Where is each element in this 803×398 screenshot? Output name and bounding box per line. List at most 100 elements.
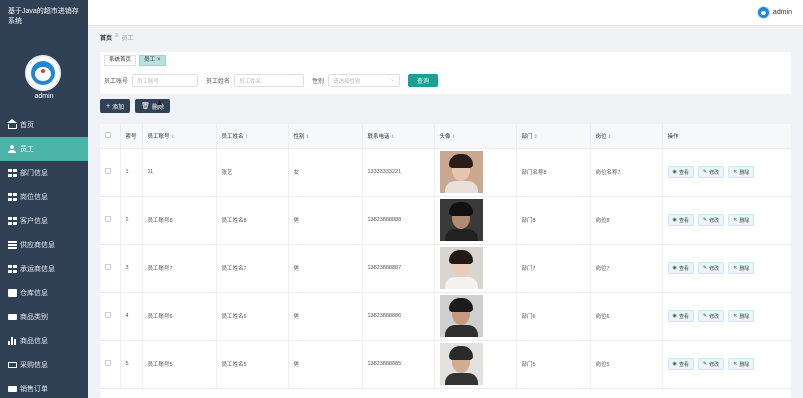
cell-gender: 男 bbox=[288, 244, 363, 293]
avatar-nose bbox=[41, 69, 45, 73]
monitor-icon bbox=[8, 386, 17, 392]
sidebar: 基于Java的超市进销存系统 admin 首页 员工 部门信息 岗位信息 客户信… bbox=[0, 0, 88, 398]
col-photo[interactable]: 头像⇕ bbox=[434, 124, 517, 149]
row-checkbox[interactable] bbox=[105, 360, 111, 366]
sidebar-item-sales[interactable]: 销售订单 bbox=[0, 377, 88, 398]
view-label: 查看 bbox=[678, 265, 689, 272]
edit-button[interactable]: ✎ 修改 bbox=[697, 310, 725, 322]
sort-icon[interactable]: ⇕ bbox=[306, 134, 310, 140]
employee-photo[interactable] bbox=[439, 247, 483, 289]
view-button[interactable]: ◉ 查看 bbox=[667, 358, 694, 370]
eye-icon: ◉ bbox=[672, 313, 677, 319]
delete-button[interactable]: 🗑 删除 bbox=[135, 99, 171, 113]
gender-select[interactable]: 请选择性别 bbox=[328, 74, 401, 87]
cell-actions: ◉ 查看 ✎ 修改 ✕ 删除 bbox=[662, 148, 791, 197]
row-checkbox[interactable] bbox=[105, 168, 111, 174]
row-delete-button[interactable]: ✕ 删除 bbox=[728, 310, 755, 322]
select-all-checkbox[interactable] bbox=[105, 131, 111, 138]
col-post[interactable]: 岗位⇕ bbox=[590, 124, 663, 149]
header-username[interactable]: admin bbox=[773, 9, 792, 16]
user-icon bbox=[8, 145, 17, 153]
employee-photo[interactable] bbox=[439, 343, 483, 385]
cell-index: 5 bbox=[120, 340, 143, 389]
cell-account: 员工账号7 bbox=[142, 244, 217, 293]
cell-phone: 13823888888 bbox=[362, 196, 435, 245]
sidebar-item-carrier[interactable]: 承运商信息 bbox=[0, 257, 88, 281]
breadcrumb-home[interactable]: 首页 bbox=[100, 33, 112, 42]
view-button[interactable]: ◉ 查看 bbox=[667, 214, 694, 226]
col-name[interactable]: 员工姓名⇕ bbox=[216, 124, 289, 149]
sidebar-item-department[interactable]: 部门信息 bbox=[0, 161, 88, 185]
sidebar-item-employee[interactable]: 员工 bbox=[0, 137, 88, 161]
sidebar-item-warehouse[interactable]: 仓库信息 bbox=[0, 281, 88, 305]
header-avatar[interactable] bbox=[757, 6, 770, 19]
sort-icon[interactable]: ⇕ bbox=[534, 134, 538, 140]
sort-icon[interactable]: ⇕ bbox=[171, 134, 175, 140]
cell-account: 员工账号5 bbox=[142, 340, 217, 389]
sidebar-item-goods[interactable]: 商品信息 bbox=[0, 329, 88, 353]
edit-icon: ✎ bbox=[702, 313, 708, 319]
row-delete-button[interactable]: ✕ 删除 bbox=[728, 262, 755, 274]
cell-index: 3 bbox=[120, 244, 143, 293]
tab-bar: 系统首页 员工 × bbox=[104, 55, 166, 66]
edit-button[interactable]: ✎ 修改 bbox=[697, 358, 725, 370]
employee-photo[interactable] bbox=[439, 199, 483, 241]
cell-dept: 部门8 bbox=[516, 196, 591, 245]
cell-account: 员工账号6 bbox=[142, 292, 217, 341]
sort-icon[interactable]: ⇕ bbox=[245, 134, 249, 140]
sort-icon[interactable]: ⇕ bbox=[452, 134, 456, 140]
row-actions: ◉ 查看 ✎ 修改 ✕ 删除 bbox=[667, 166, 791, 178]
sidebar-item-post[interactable]: 岗位信息 bbox=[0, 185, 88, 209]
col-account[interactable]: 员工账号⇕ bbox=[142, 124, 217, 149]
edit-button[interactable]: ✎ 修改 bbox=[697, 262, 725, 274]
close-icon: ✕ bbox=[733, 361, 738, 367]
sidebar-item-label: 岗位信息 bbox=[20, 194, 48, 201]
breadcrumb-separator: ≡ bbox=[115, 33, 119, 39]
cart-icon bbox=[8, 362, 17, 368]
employee-photo[interactable] bbox=[439, 295, 483, 337]
delete-label: 删除 bbox=[739, 265, 750, 272]
row-checkbox[interactable] bbox=[105, 312, 111, 318]
add-button[interactable]: + 添加 bbox=[100, 99, 131, 113]
emp-no-input[interactable]: 员工账号 bbox=[132, 74, 199, 87]
col-gender[interactable]: 性别⇕ bbox=[288, 124, 363, 149]
sidebar-item-purchase[interactable]: 采购信息 bbox=[0, 353, 88, 377]
tab-employee[interactable]: 员工 × bbox=[139, 55, 166, 66]
col-phone[interactable]: 联系电话⇕ bbox=[362, 124, 435, 149]
row-select-cell bbox=[100, 340, 121, 389]
box-icon bbox=[8, 289, 17, 297]
sort-icon[interactable]: ⇕ bbox=[391, 134, 395, 140]
employee-photo[interactable] bbox=[439, 151, 483, 193]
cell-post: 岗位5 bbox=[590, 340, 663, 389]
view-button[interactable]: ◉ 查看 bbox=[667, 310, 694, 322]
close-icon[interactable]: × bbox=[157, 55, 161, 66]
col-dept[interactable]: 部门⇕ bbox=[516, 124, 591, 149]
close-icon: ✕ bbox=[733, 313, 738, 319]
view-button[interactable]: ◉ 查看 bbox=[667, 166, 694, 178]
row-delete-button[interactable]: ✕ 删除 bbox=[728, 214, 755, 226]
mouse-cursor-icon: ▲ bbox=[155, 97, 164, 107]
query-button[interactable]: 查询 bbox=[408, 74, 439, 87]
sort-icon[interactable]: ⇕ bbox=[608, 134, 612, 140]
sidebar-item-supplier[interactable]: 供应商信息 bbox=[0, 233, 88, 257]
edit-button[interactable]: ✎ 修改 bbox=[697, 166, 725, 178]
row-checkbox[interactable] bbox=[105, 264, 111, 270]
view-label: 查看 bbox=[678, 313, 689, 320]
avatar[interactable] bbox=[25, 55, 61, 91]
tab-home[interactable]: 系统首页 bbox=[104, 55, 137, 66]
sidebar-item-category[interactable]: 商品类别 bbox=[0, 305, 88, 329]
view-button[interactable]: ◉ 查看 bbox=[667, 262, 694, 274]
emp-name-input[interactable]: 员工姓名 bbox=[234, 74, 305, 87]
sidebar-item-label: 商品信息 bbox=[20, 338, 48, 345]
cell-account: 11 bbox=[142, 148, 217, 197]
edit-label: 修改 bbox=[709, 361, 720, 368]
row-delete-button[interactable]: ✕ 删除 bbox=[728, 358, 755, 370]
row-checkbox[interactable] bbox=[105, 216, 111, 222]
sidebar-item-label: 销售订单 bbox=[20, 386, 48, 393]
sidebar-item-customer[interactable]: 客户信息 bbox=[0, 209, 88, 233]
edit-button[interactable]: ✎ 修改 bbox=[697, 214, 725, 226]
bar-chart-icon bbox=[8, 337, 17, 345]
tab-label: 系统首页 bbox=[109, 57, 132, 63]
row-delete-button[interactable]: ✕ 删除 bbox=[728, 166, 755, 178]
sidebar-item-home[interactable]: 首页 bbox=[0, 113, 88, 137]
